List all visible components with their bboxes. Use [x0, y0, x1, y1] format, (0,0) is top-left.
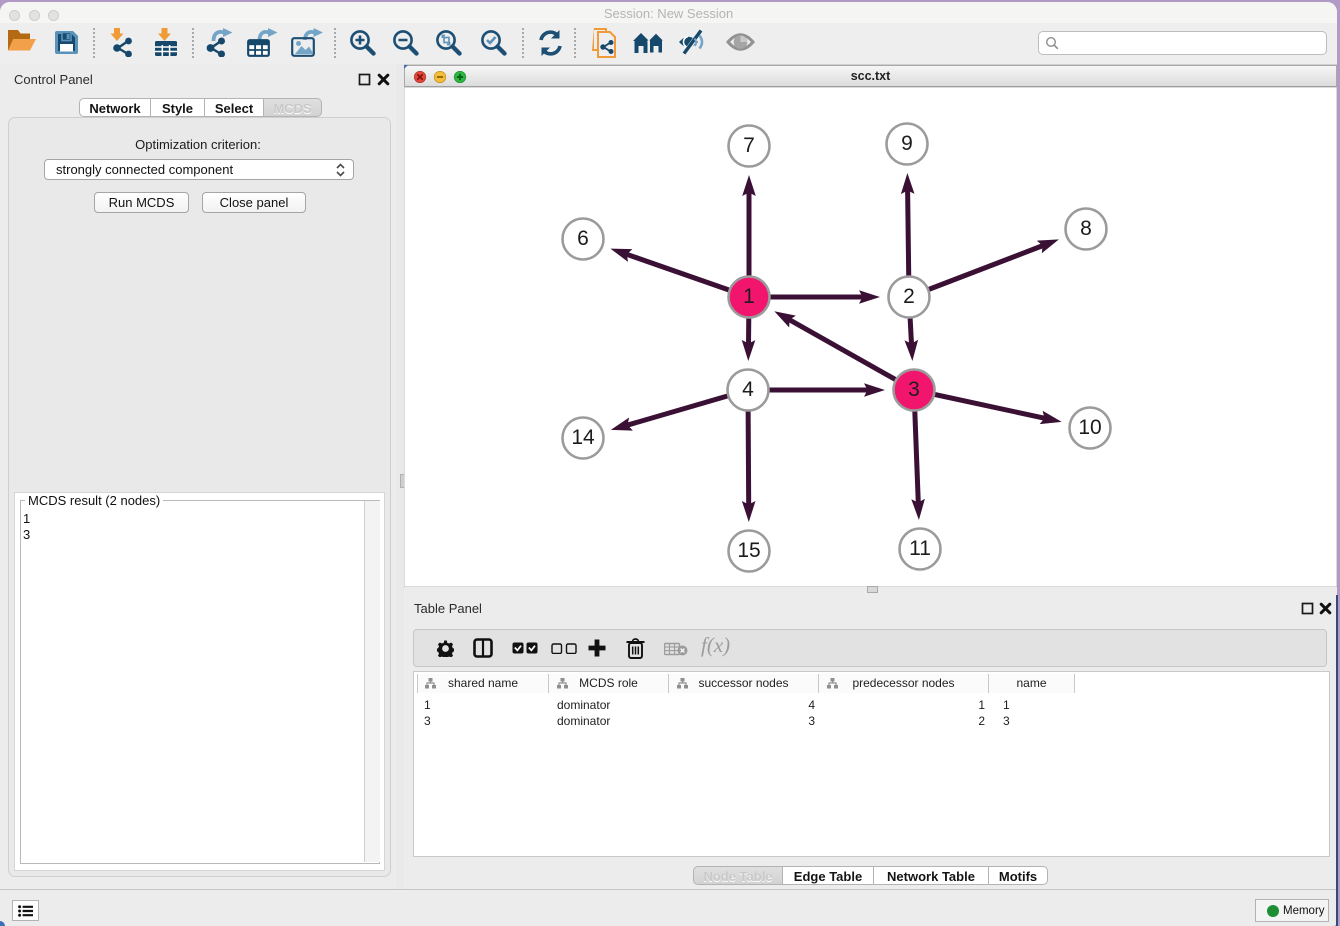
svg-text:10: 10 [1078, 416, 1101, 439]
svg-text:1: 1 [743, 285, 755, 308]
svg-text:2: 2 [903, 285, 915, 308]
svg-text:15: 15 [737, 539, 760, 562]
svg-text:8: 8 [1080, 217, 1092, 240]
svg-text:7: 7 [743, 134, 755, 157]
svg-text:3: 3 [908, 378, 920, 401]
svg-text:9: 9 [901, 132, 913, 155]
svg-text:6: 6 [577, 227, 589, 250]
svg-text:14: 14 [571, 426, 595, 449]
svg-text:4: 4 [742, 378, 754, 401]
svg-text:11: 11 [909, 537, 931, 560]
